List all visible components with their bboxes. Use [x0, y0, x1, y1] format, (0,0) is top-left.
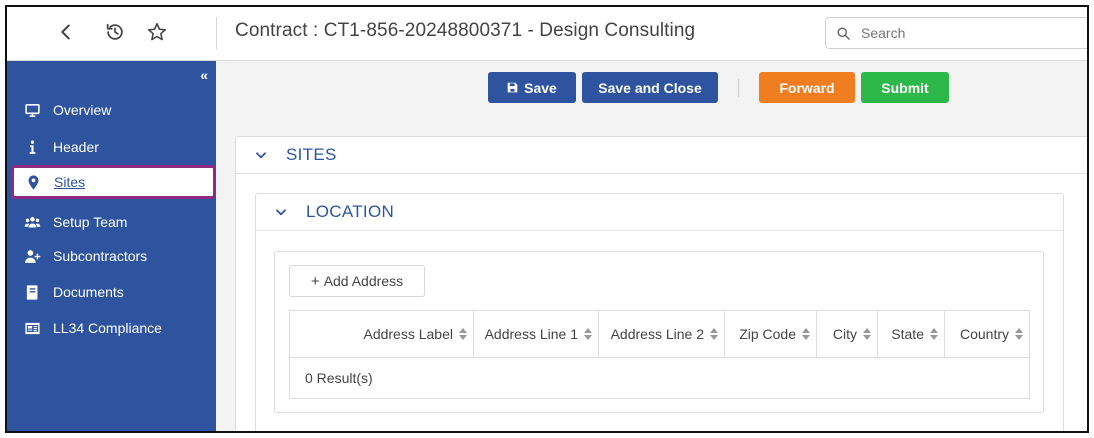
column-header-address-line-2[interactable]: Address Line 2 [599, 311, 725, 357]
column-header-zip-code[interactable]: Zip Code [725, 311, 817, 357]
column-header-label: Address Label [363, 326, 453, 342]
address-table: Address Label Address Line 1 Address Lin… [289, 310, 1030, 399]
id-card-icon [21, 320, 43, 337]
sidebar-item-overview[interactable]: Overview [7, 95, 216, 125]
sort-icon [584, 328, 592, 340]
add-address-label: Add Address [323, 273, 404, 289]
table-header-row: Address Label Address Line 1 Address Lin… [290, 311, 1029, 358]
sort-icon [930, 328, 938, 340]
sidebar-item-label: Overview [53, 102, 112, 118]
address-section: + Add Address Address Label Address Line… [274, 251, 1044, 413]
star-icon[interactable] [144, 19, 170, 45]
sidebar: « Overview Header Sites Setup Team Subco… [7, 61, 216, 431]
search-box[interactable] [825, 17, 1087, 49]
map-pin-icon [22, 174, 44, 191]
sidebar-item-sites[interactable]: Sites [11, 165, 216, 199]
column-header-country[interactable]: Country [945, 311, 1029, 357]
sidebar-item-label: Header [53, 139, 99, 155]
sidebar-item-label: Subcontractors [53, 248, 148, 264]
forward-button[interactable]: Forward [759, 72, 855, 103]
location-panel: LOCATION + Add Address Address Label Add… [255, 193, 1064, 431]
column-header-state[interactable]: State [878, 311, 945, 357]
book-icon [21, 284, 43, 301]
sort-icon [863, 328, 871, 340]
save-button-label: Save [524, 79, 557, 96]
collapse-sidebar-icon[interactable]: « [200, 67, 208, 83]
sites-panel-header[interactable]: SITES [236, 137, 1087, 174]
chevron-down-icon [276, 209, 286, 216]
submit-button[interactable]: Submit [861, 72, 949, 103]
monitor-icon [21, 102, 43, 119]
column-header-city[interactable]: City [817, 311, 878, 357]
sidebar-item-label: Setup Team [53, 214, 128, 230]
sites-panel-title: SITES [286, 145, 337, 164]
column-header-label: Address Line 1 [484, 326, 578, 342]
search-input[interactable] [861, 25, 1061, 41]
sidebar-item-header[interactable]: Header [7, 132, 216, 162]
sites-panel: SITES LOCATION + Add Address Address Lab… [235, 136, 1087, 431]
sort-icon [459, 328, 467, 340]
topbar-divider [216, 17, 217, 49]
users-icon [21, 214, 43, 231]
sidebar-item-setup-team[interactable]: Setup Team [7, 207, 216, 237]
search-icon [837, 26, 850, 40]
sidebar-item-label: Sites [54, 174, 86, 190]
location-panel-header[interactable]: LOCATION [256, 194, 1063, 231]
sidebar-item-label: LL34 Compliance [53, 320, 162, 336]
floppy-disk-icon [507, 82, 518, 93]
sort-icon [1015, 328, 1023, 340]
app-window: Contract : CT1-856-20248800371 - Design … [5, 5, 1089, 433]
history-icon[interactable] [102, 19, 128, 45]
sidebar-item-subcontractors[interactable]: Subcontractors [7, 241, 216, 271]
save-button[interactable]: Save [488, 72, 576, 103]
column-header-label: Address Line 2 [610, 326, 704, 342]
location-panel-title: LOCATION [306, 202, 395, 221]
sort-icon [802, 328, 810, 340]
column-header-address-label[interactable]: Address Label [290, 311, 474, 357]
column-header-label: Country [959, 326, 1009, 342]
nav-icons [7, 7, 216, 61]
add-address-button[interactable]: + Add Address [289, 265, 425, 297]
column-header-label: Zip Code [739, 326, 796, 342]
result-count: 0 Result(s) [305, 370, 373, 386]
plus-icon: + [310, 272, 320, 290]
column-header-label: City [832, 326, 857, 342]
chevron-down-icon [256, 152, 266, 159]
column-header-label: State [891, 326, 924, 342]
top-bar: Contract : CT1-856-20248800371 - Design … [7, 7, 1087, 61]
page-title: Contract : CT1-856-20248800371 - Design … [235, 20, 696, 41]
column-header-address-line-1[interactable]: Address Line 1 [474, 311, 599, 357]
save-and-close-button[interactable]: Save and Close [582, 72, 718, 103]
back-icon[interactable] [53, 19, 79, 45]
user-plus-icon [21, 248, 43, 265]
sidebar-item-label: Documents [53, 284, 124, 300]
sidebar-item-documents[interactable]: Documents [7, 277, 216, 307]
sort-icon [710, 328, 718, 340]
info-icon [21, 139, 43, 156]
toolbar-divider [738, 79, 739, 97]
sidebar-item-ll34-compliance[interactable]: LL34 Compliance [7, 313, 216, 343]
